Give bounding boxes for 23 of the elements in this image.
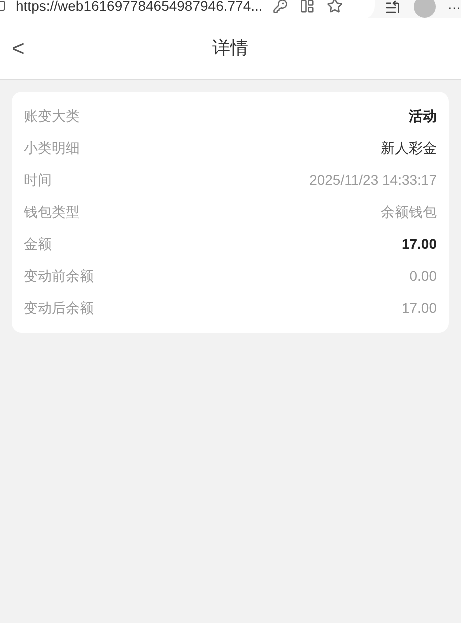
detail-label: 变动前余额 — [24, 267, 94, 286]
detail-value: 2025/11/23 14:33:17 — [310, 171, 437, 190]
detail-label: 时间 — [24, 171, 52, 190]
back-button[interactable]: < — [12, 38, 25, 60]
detail-value: 0.00 — [410, 267, 437, 286]
url-text: https://web161697784654987946.774... — [16, 0, 263, 16]
detail-value: 活动 — [409, 107, 437, 126]
detail-label: 变动后余额 — [24, 299, 94, 318]
detail-label: 金额 — [24, 235, 52, 254]
detail-value: 余额钱包 — [381, 203, 437, 222]
address-bar[interactable]: https://web161697784654987946.774... — [0, 0, 375, 20]
detail-value: 17.00 — [402, 235, 437, 254]
detail-label: 小类明细 — [24, 139, 80, 158]
detail-value: 17.00 — [402, 299, 437, 318]
detail-value: 新人彩金 — [381, 139, 437, 158]
favorites-icon[interactable] — [384, 0, 400, 16]
key-icon[interactable] — [272, 0, 288, 14]
more-menu[interactable]: ··· — [448, 1, 461, 14]
split-screen-icon[interactable] — [300, 0, 315, 14]
detail-label: 钱包类型 — [24, 203, 80, 222]
star-icon[interactable] — [326, 0, 343, 14]
page-title: 详情 — [212, 37, 248, 60]
detail-label: 账变大类 — [24, 107, 80, 126]
